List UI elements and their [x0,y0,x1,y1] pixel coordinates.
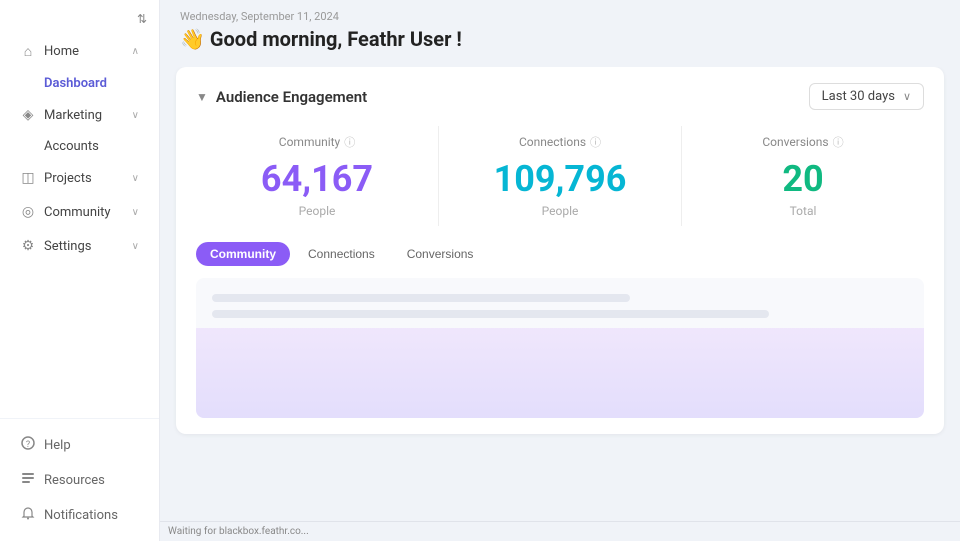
metrics-row: Community ⓘ 64,167 People Connections ⓘ … [196,126,924,226]
sidebar-help-label: Help [44,438,71,453]
status-text: Waiting for blackbox.feathr.co... [168,526,309,537]
sidebar-item-label: Settings [44,239,124,254]
metric-conversions-sub: Total [694,204,912,218]
sidebar-item-label: Community [44,205,124,220]
sidebar-accounts-label: Accounts [44,139,99,154]
metric-community-sub: People [208,204,426,218]
sidebar-item-resources[interactable]: Resources [6,463,153,497]
sidebar-item-home[interactable]: ⌂ Home ∧ [6,35,153,68]
metric-conversions-label: Conversions ⓘ [694,134,912,150]
chart-visualization [196,328,924,418]
tab-connections[interactable]: Connections [294,242,389,266]
chevron-icon: ∨ [132,173,139,184]
greeting-text: 👋 Good morning, Feathr User ! [180,27,940,51]
chevron-icon: ∨ [132,110,139,121]
tab-community[interactable]: Community [196,242,290,266]
date-display: Wednesday, September 11, 2024 [180,10,940,23]
sidebar-top: ⇅ [0,8,159,34]
sidebar-item-label: Marketing [44,108,124,123]
metric-conversions-value: 20 [694,158,912,200]
resources-icon [20,471,36,489]
metric-connections: Connections ⓘ 109,796 People [439,126,682,226]
projects-icon: ◫ [20,170,36,186]
info-icon[interactable]: ⓘ [344,134,355,150]
svg-text:?: ? [26,440,30,450]
settings-icon: ⚙ [20,238,36,254]
metric-connections-label: Connections ⓘ [451,134,669,150]
metric-connections-value: 109,796 [451,158,669,200]
collapse-icon[interactable]: ▼ [196,90,208,104]
audience-engagement-card: ▼ Audience Engagement Last 30 days ∨ Com… [176,67,944,434]
sidebar-notifications-label: Notifications [44,508,118,523]
top-bar: Wednesday, September 11, 2024 👋 Good mor… [160,0,960,67]
status-bar: Waiting for blackbox.feathr.co... [160,521,960,541]
card-title: Audience Engagement [216,88,367,106]
sidebar-collapse-icon[interactable]: ⇅ [137,12,147,26]
sidebar-item-accounts[interactable]: Accounts [6,133,153,160]
community-icon: ◎ [20,204,36,220]
sidebar-item-help[interactable]: ? Help [6,428,153,462]
marketing-icon: ◈ [20,107,36,123]
notifications-icon [20,506,36,524]
tab-conversions[interactable]: Conversions [393,242,488,266]
sidebar-item-community[interactable]: ◎ Community ∨ [6,196,153,228]
help-icon: ? [20,436,36,454]
sidebar-bottom: ? Help Resources Notificati [0,418,159,533]
sidebar: ⇅ ⌂ Home ∧ Dashboard ◈ Marketing ∨ Accou… [0,0,160,541]
metric-connections-sub: People [451,204,669,218]
card-title-row: ▼ Audience Engagement [196,88,367,106]
sidebar-resources-label: Resources [44,473,105,488]
chart-area [196,278,924,418]
card-header: ▼ Audience Engagement Last 30 days ∨ [196,83,924,110]
sidebar-dashboard-label: Dashboard [44,76,107,91]
metric-community: Community ⓘ 64,167 People [196,126,439,226]
loading-line [212,310,769,318]
sidebar-item-settings[interactable]: ⚙ Settings ∨ [6,230,153,262]
main-content-area: ▼ Audience Engagement Last 30 days ∨ Com… [160,67,960,521]
period-label: Last 30 days [822,89,895,104]
sidebar-item-dashboard[interactable]: Dashboard [6,70,153,97]
info-icon[interactable]: ⓘ [833,134,844,150]
sidebar-item-marketing[interactable]: ◈ Marketing ∨ [6,99,153,131]
home-icon: ⌂ [20,43,36,60]
chevron-icon: ∨ [132,207,139,218]
sidebar-item-label: Home [44,44,124,59]
main-content: Wednesday, September 11, 2024 👋 Good mor… [160,0,960,541]
sidebar-item-label: Projects [44,171,124,186]
chevron-icon: ∧ [132,46,139,57]
metric-community-label: Community ⓘ [208,134,426,150]
metric-conversions: Conversions ⓘ 20 Total [682,126,924,226]
sidebar-item-notifications[interactable]: Notifications [6,498,153,532]
chevron-icon: ∨ [132,241,139,252]
loading-line [212,294,630,302]
period-chevron-icon: ∨ [903,90,911,103]
sidebar-item-projects[interactable]: ◫ Projects ∨ [6,162,153,194]
metric-community-value: 64,167 [208,158,426,200]
info-icon[interactable]: ⓘ [590,134,601,150]
period-selector[interactable]: Last 30 days ∨ [809,83,924,110]
chart-tabs: Community Connections Conversions [196,242,924,266]
